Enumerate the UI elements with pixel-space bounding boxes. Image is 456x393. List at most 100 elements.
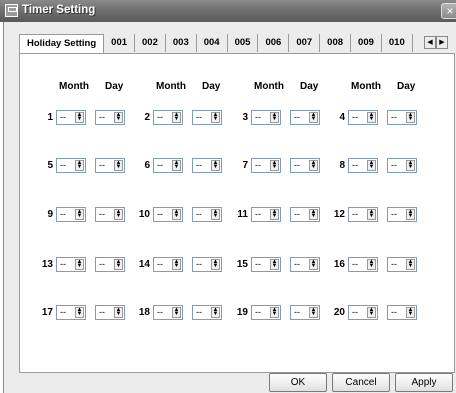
spin-arrows-icon[interactable]: ▲ ▼ xyxy=(172,209,181,220)
spin-arrows-icon[interactable]: ▲ ▼ xyxy=(309,209,318,220)
spin-arrows-icon[interactable]: ▲ ▼ xyxy=(172,160,181,171)
month-spinner[interactable]: -- ▲ ▼ xyxy=(348,257,378,272)
spin-arrows-icon[interactable]: ▲ ▼ xyxy=(406,259,415,270)
spin-arrows-icon[interactable]: ▲ ▼ xyxy=(75,112,84,123)
spin-arrows-icon[interactable]: ▲ ▼ xyxy=(211,209,220,220)
tab-holiday-setting[interactable]: Holiday Setting xyxy=(19,34,105,53)
month-spinner[interactable]: -- ▲ ▼ xyxy=(251,305,281,320)
tab-008[interactable]: 008 xyxy=(320,34,352,52)
month-spinner[interactable]: -- ▲ ▼ xyxy=(348,110,378,125)
spin-arrows-icon[interactable]: ▲ ▼ xyxy=(172,112,181,123)
spin-arrows-icon[interactable]: ▲ ▼ xyxy=(114,209,123,220)
spin-arrows-icon[interactable]: ▲ ▼ xyxy=(75,160,84,171)
tab-007[interactable]: 007 xyxy=(289,34,321,52)
spin-arrows-icon[interactable]: ▲ ▼ xyxy=(172,307,181,318)
day-spinner[interactable]: -- ▲ ▼ xyxy=(192,158,222,173)
month-spinner[interactable]: -- ▲ ▼ xyxy=(153,110,183,125)
ok-button[interactable]: OK xyxy=(269,373,327,392)
tab-010[interactable]: 010 xyxy=(382,34,413,52)
tab-009[interactable]: 009 xyxy=(351,34,382,52)
cancel-button[interactable]: Cancel xyxy=(332,373,390,392)
month-spinner[interactable]: -- ▲ ▼ xyxy=(348,207,378,222)
day-spinner[interactable]: -- ▲ ▼ xyxy=(387,110,417,125)
spin-arrows-icon[interactable]: ▲ ▼ xyxy=(211,112,220,123)
month-spinner[interactable]: -- ▲ ▼ xyxy=(56,305,86,320)
tab-001[interactable]: 001 xyxy=(104,34,136,52)
tab-006[interactable]: 006 xyxy=(258,34,290,52)
spin-arrows-icon[interactable]: ▲ ▼ xyxy=(270,307,279,318)
month-spinner[interactable]: -- ▲ ▼ xyxy=(348,158,378,173)
tab-005[interactable]: 005 xyxy=(228,34,259,52)
month-spinner[interactable]: -- ▲ ▼ xyxy=(348,305,378,320)
month-spinner[interactable]: -- ▲ ▼ xyxy=(56,207,86,222)
spin-arrows-icon[interactable]: ▲ ▼ xyxy=(270,209,279,220)
month-spinner[interactable]: -- ▲ ▼ xyxy=(56,257,86,272)
spin-arrows-icon[interactable]: ▲ ▼ xyxy=(406,307,415,318)
day-spinner[interactable]: -- ▲ ▼ xyxy=(387,207,417,222)
day-spinner[interactable]: -- ▲ ▼ xyxy=(290,158,320,173)
spin-arrows-icon[interactable]: ▲ ▼ xyxy=(211,160,220,171)
month-spinner[interactable]: -- ▲ ▼ xyxy=(56,158,86,173)
day-spinner[interactable]: -- ▲ ▼ xyxy=(290,305,320,320)
spin-arrows-icon[interactable]: ▲ ▼ xyxy=(309,259,318,270)
month-spinner[interactable]: -- ▲ ▼ xyxy=(56,110,86,125)
month-spinner[interactable]: -- ▲ ▼ xyxy=(251,207,281,222)
spin-arrows-icon[interactable]: ▲ ▼ xyxy=(114,307,123,318)
day-spinner[interactable]: -- ▲ ▼ xyxy=(95,158,125,173)
month-spinner[interactable]: -- ▲ ▼ xyxy=(153,257,183,272)
spin-arrows-icon[interactable]: ▲ ▼ xyxy=(172,259,181,270)
month-spinner[interactable]: -- ▲ ▼ xyxy=(153,305,183,320)
spin-arrows-icon[interactable]: ▲ ▼ xyxy=(309,160,318,171)
day-spinner[interactable]: -- ▲ ▼ xyxy=(290,257,320,272)
close-button[interactable]: × xyxy=(441,3,456,19)
spin-arrows-icon[interactable]: ▲ ▼ xyxy=(211,259,220,270)
tab-scroll-left-icon[interactable]: ◀ xyxy=(424,36,436,49)
spin-arrows-icon[interactable]: ▲ ▼ xyxy=(75,209,84,220)
spin-arrows-icon[interactable]: ▲ ▼ xyxy=(270,160,279,171)
spin-arrows-icon[interactable]: ▲ ▼ xyxy=(114,259,123,270)
day-spinner[interactable]: -- ▲ ▼ xyxy=(290,110,320,125)
day-value: -- xyxy=(294,209,300,219)
day-spinner[interactable]: -- ▲ ▼ xyxy=(95,207,125,222)
month-spinner[interactable]: -- ▲ ▼ xyxy=(153,207,183,222)
holiday-number: 5 xyxy=(47,160,53,171)
month-spinner[interactable]: -- ▲ ▼ xyxy=(153,158,183,173)
month-spinner[interactable]: -- ▲ ▼ xyxy=(251,257,281,272)
spin-arrows-icon[interactable]: ▲ ▼ xyxy=(367,307,376,318)
day-spinner[interactable]: -- ▲ ▼ xyxy=(95,110,125,125)
apply-button[interactable]: Apply xyxy=(395,373,453,392)
day-spinner[interactable]: -- ▲ ▼ xyxy=(387,257,417,272)
day-spinner[interactable]: -- ▲ ▼ xyxy=(290,207,320,222)
tab-003[interactable]: 003 xyxy=(166,34,197,52)
spin-arrows-icon[interactable]: ▲ ▼ xyxy=(367,209,376,220)
spin-arrows-icon[interactable]: ▲ ▼ xyxy=(406,209,415,220)
spin-arrows-icon[interactable]: ▲ ▼ xyxy=(367,112,376,123)
day-spinner[interactable]: -- ▲ ▼ xyxy=(192,257,222,272)
tab-scroll-right-icon[interactable]: ▶ xyxy=(436,36,448,49)
tab-002[interactable]: 002 xyxy=(135,34,166,52)
spin-arrows-icon[interactable]: ▲ ▼ xyxy=(270,259,279,270)
spin-arrows-icon[interactable]: ▲ ▼ xyxy=(114,112,123,123)
spin-arrows-icon[interactable]: ▲ ▼ xyxy=(309,307,318,318)
spin-arrows-icon[interactable]: ▲ ▼ xyxy=(75,259,84,270)
day-spinner[interactable]: -- ▲ ▼ xyxy=(95,305,125,320)
tab-004[interactable]: 004 xyxy=(197,34,228,52)
spin-arrows-icon[interactable]: ▲ ▼ xyxy=(406,112,415,123)
spin-arrows-icon[interactable]: ▲ ▼ xyxy=(114,160,123,171)
day-spinner[interactable]: -- ▲ ▼ xyxy=(95,257,125,272)
day-spinner[interactable]: -- ▲ ▼ xyxy=(192,305,222,320)
spin-arrows-icon[interactable]: ▲ ▼ xyxy=(367,160,376,171)
spin-arrows-icon[interactable]: ▲ ▼ xyxy=(270,112,279,123)
spin-arrows-icon[interactable]: ▲ ▼ xyxy=(406,160,415,171)
spin-arrows-icon[interactable]: ▲ ▼ xyxy=(75,307,84,318)
day-spinner[interactable]: -- ▲ ▼ xyxy=(387,305,417,320)
month-spinner[interactable]: -- ▲ ▼ xyxy=(251,158,281,173)
spin-arrows-icon[interactable]: ▲ ▼ xyxy=(367,259,376,270)
tab-strip: Holiday Setting 001 002 003 004 005 006 007 008 0… xyxy=(19,34,455,53)
day-spinner[interactable]: -- ▲ ▼ xyxy=(387,158,417,173)
day-spinner[interactable]: -- ▲ ▼ xyxy=(192,110,222,125)
spin-arrows-icon[interactable]: ▲ ▼ xyxy=(309,112,318,123)
month-spinner[interactable]: -- ▲ ▼ xyxy=(251,110,281,125)
day-spinner[interactable]: -- ▲ ▼ xyxy=(192,207,222,222)
spin-arrows-icon[interactable]: ▲ ▼ xyxy=(211,307,220,318)
